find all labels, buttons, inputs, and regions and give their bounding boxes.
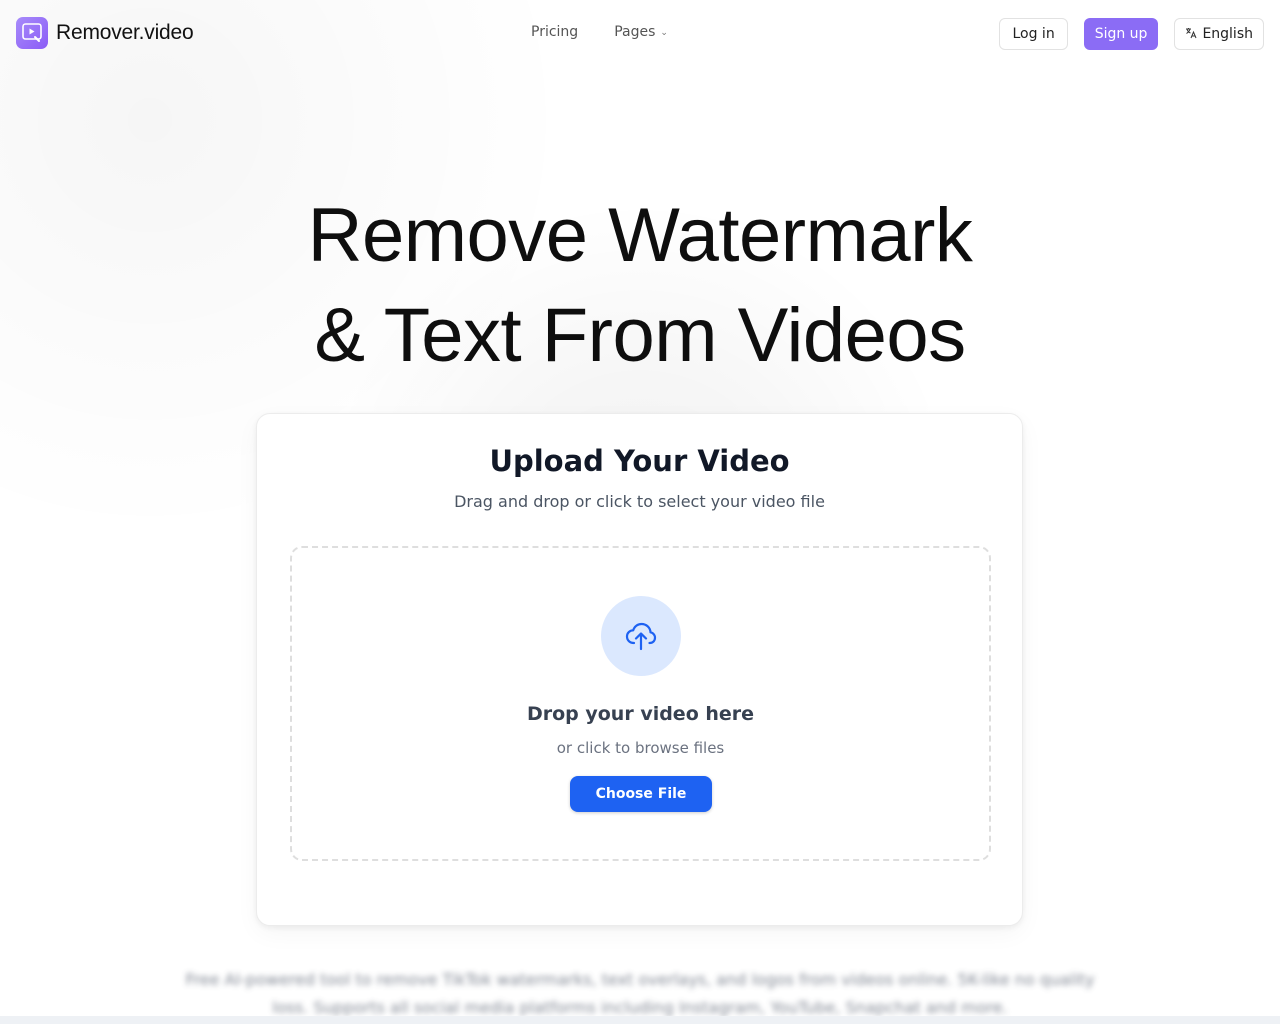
video-dropzone[interactable]: Drop your video here or click to browse …: [290, 546, 991, 861]
nav-pricing[interactable]: Pricing: [531, 24, 578, 40]
header-actions: Log in Sign up English: [999, 18, 1264, 50]
cloud-upload-icon: [601, 596, 681, 676]
hero-title-line2: & Text From Videos: [314, 293, 966, 378]
hero-title-line1: Remove Watermark: [307, 193, 973, 278]
logo-link[interactable]: Remover.video: [16, 17, 194, 49]
signup-button[interactable]: Sign up: [1083, 18, 1159, 50]
nav-pages-label: Pages: [614, 24, 656, 40]
translate-icon: [1185, 27, 1197, 42]
hero-description: Free AI-powered tool to remove TikTok wa…: [185, 970, 1095, 1017]
nav-pages[interactable]: Pages ⌄: [614, 24, 668, 40]
login-button[interactable]: Log in: [999, 18, 1068, 50]
choose-file-button[interactable]: Choose File: [570, 776, 712, 812]
upload-title: Upload Your Video: [489, 444, 790, 478]
bottom-strip: [0, 1016, 1280, 1024]
language-label: English: [1202, 26, 1253, 42]
chevron-down-icon: ⌄: [660, 28, 668, 38]
logo-text: Remover.video: [56, 21, 194, 44]
logo-icon: [16, 17, 48, 49]
site-header: Remover.video Pricing Pages ⌄ Log in Sig…: [0, 0, 1280, 66]
language-selector[interactable]: English: [1174, 18, 1264, 50]
drop-subtitle: or click to browse files: [556, 739, 725, 757]
hero-title: Remove Watermark & Text From Videos: [0, 186, 1280, 386]
main-nav: Pricing Pages ⌄: [531, 24, 668, 40]
drop-title: Drop your video here: [526, 703, 755, 725]
upload-card: Upload Your Video Drag and drop or click…: [256, 413, 1023, 926]
upload-subtitle: Drag and drop or click to select your vi…: [454, 492, 825, 511]
